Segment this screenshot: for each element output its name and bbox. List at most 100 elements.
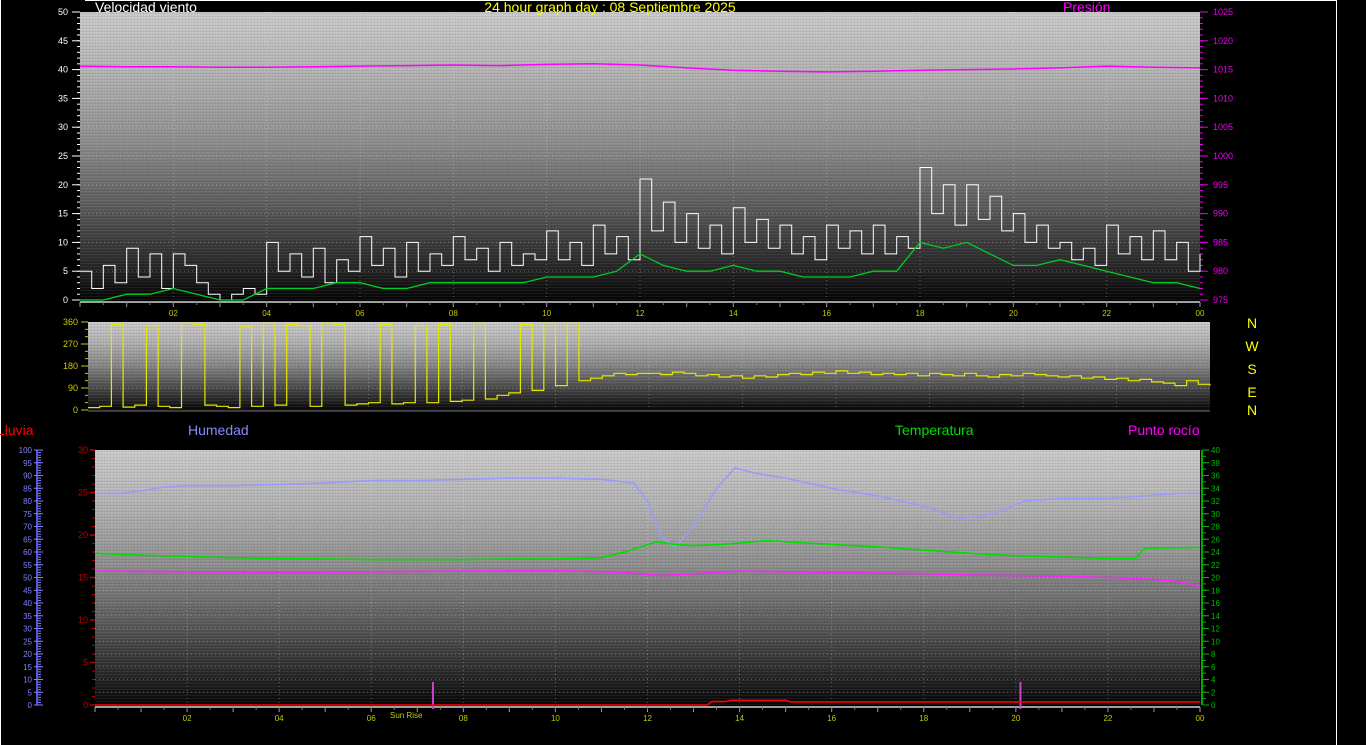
compass-label-n360: N [1243, 316, 1261, 330]
humidity-tick-label: 100 [19, 446, 33, 455]
x-tick-label: 14 [729, 309, 738, 318]
x-tick-label: 00 [1196, 714, 1205, 723]
weather-24h-graph-window: Velocidad viento 24 hour graph day : 08 … [0, 0, 1366, 745]
y-tick-label: 45 [58, 36, 68, 46]
y-tick-label: 1025 [1213, 7, 1233, 17]
humidity-tick-label: 15 [23, 663, 32, 672]
x-tick-label: 04 [262, 309, 271, 318]
y-tick-label: 50 [58, 7, 68, 17]
temperature-tick-label: 36 [1211, 472, 1220, 481]
x-tick-label: 06 [356, 309, 365, 318]
temperature-tick-label: 8 [1211, 650, 1216, 659]
x-tick-label: 16 [827, 714, 836, 723]
x-tick-label: 08 [449, 309, 458, 318]
temperature-tick-label: 38 [1211, 459, 1220, 468]
pressure-panel-title: Presión [1063, 0, 1110, 14]
x-tick-label: 20 [1009, 309, 1018, 318]
temperature-tick-label: 2 [1211, 688, 1216, 697]
y-tick-label: 25 [58, 151, 68, 161]
x-tick-label: 12 [643, 714, 652, 723]
y-tick-label: 20 [58, 180, 68, 190]
x-tick-label: 10 [551, 714, 560, 723]
y-tick-label: 995 [1213, 180, 1228, 190]
y-tick-label: 1015 [1213, 65, 1233, 75]
rain-tick-label: 15 [78, 573, 88, 583]
dew-point-panel-title: Punto rocío [1128, 423, 1200, 437]
temperature-tick-label: 6 [1211, 663, 1216, 672]
rain-tick-label: 10 [78, 615, 88, 625]
y-tick-label: 975 [1213, 295, 1228, 305]
y-tick-label: 5 [63, 266, 68, 276]
temperature-tick-label: 30 [1211, 510, 1220, 519]
rain-panel-title: Lluvia [0, 423, 34, 437]
y-tick-label: 0 [73, 405, 78, 415]
y-tick-label: 15 [58, 209, 68, 219]
humidity-tick-label: 60 [23, 548, 32, 557]
x-tick-label: 22 [1102, 309, 1111, 318]
wind-direction-plot-area [88, 322, 1210, 410]
y-tick-label: 180 [63, 361, 78, 371]
humidity-tick-label: 95 [23, 459, 32, 468]
humidity-tick-label: 85 [23, 484, 32, 493]
temperature-tick-label: 26 [1211, 535, 1220, 544]
x-tick-label: 18 [919, 714, 928, 723]
temperature-tick-label: 32 [1211, 497, 1220, 506]
x-tick-label: 18 [916, 309, 925, 318]
x-tick-label: 02 [169, 309, 178, 318]
temperature-panel-title: Temperatura [895, 423, 974, 437]
y-tick-label: 985 [1213, 237, 1228, 247]
wind-speed-panel-title: Velocidad viento [95, 0, 197, 14]
rain-tick-label: 0 [83, 700, 88, 710]
window-border-left [0, 0, 1, 745]
humidity-tick-label: 70 [23, 523, 32, 532]
rain-tick-label: 20 [78, 530, 88, 540]
y-tick-label: 1005 [1213, 122, 1233, 132]
y-tick-label: 40 [58, 65, 68, 75]
compass-label-s: S [1243, 362, 1261, 376]
x-tick-label: 22 [1103, 714, 1112, 723]
temperature-tick-label: 4 [1211, 676, 1216, 685]
temp-humidity-plot-area [95, 450, 1200, 705]
humidity-tick-label: 10 [23, 676, 32, 685]
temperature-tick-label: 24 [1211, 548, 1220, 557]
temperature-tick-label: 28 [1211, 523, 1220, 532]
y-tick-label: 10 [58, 237, 68, 247]
x-tick-label: 12 [636, 309, 645, 318]
y-tick-label: 360 [63, 317, 78, 327]
y-tick-label: 1020 [1213, 36, 1233, 46]
humidity-tick-label: 65 [23, 535, 32, 544]
humidity-tick-label: 0 [28, 701, 33, 710]
temperature-tick-label: 34 [1211, 484, 1220, 493]
temperature-tick-label: 14 [1211, 612, 1220, 621]
y-tick-label: 980 [1213, 266, 1228, 276]
compass-label-w: W [1243, 339, 1261, 353]
humidity-tick-label: 50 [23, 574, 32, 583]
compass-label-e: E [1243, 385, 1261, 399]
humidity-tick-label: 55 [23, 561, 32, 570]
humidity-tick-label: 30 [23, 625, 32, 634]
x-tick-label: 16 [822, 309, 831, 318]
y-tick-label: 30 [58, 122, 68, 132]
page-title: 24 hour graph day : 08 Septiembre 2025 [430, 0, 790, 14]
y-tick-label: 0 [63, 295, 68, 305]
y-tick-label: 990 [1213, 209, 1228, 219]
temperature-tick-label: 40 [1211, 446, 1220, 455]
y-tick-label: 1000 [1213, 151, 1233, 161]
humidity-tick-label: 45 [23, 586, 32, 595]
humidity-tick-label: 75 [23, 510, 32, 519]
humidity-panel-title: Humedad [188, 423, 249, 437]
rain-tick-label: 30 [78, 445, 88, 455]
x-tick-label: 08 [459, 714, 468, 723]
y-tick-label: 90 [68, 383, 78, 393]
sun-rise-label: Sun Rise [390, 711, 422, 720]
humidity-tick-label: 25 [23, 637, 32, 646]
temperature-tick-label: 18 [1211, 586, 1220, 595]
x-tick-label: 20 [1011, 714, 1020, 723]
x-tick-label: 14 [735, 714, 744, 723]
x-tick-label: 04 [275, 714, 284, 723]
humidity-tick-label: 80 [23, 497, 32, 506]
y-tick-label: 1010 [1213, 93, 1233, 103]
x-tick-label: 02 [183, 714, 192, 723]
temperature-tick-label: 22 [1211, 561, 1220, 570]
rain-tick-label: 25 [78, 488, 88, 498]
